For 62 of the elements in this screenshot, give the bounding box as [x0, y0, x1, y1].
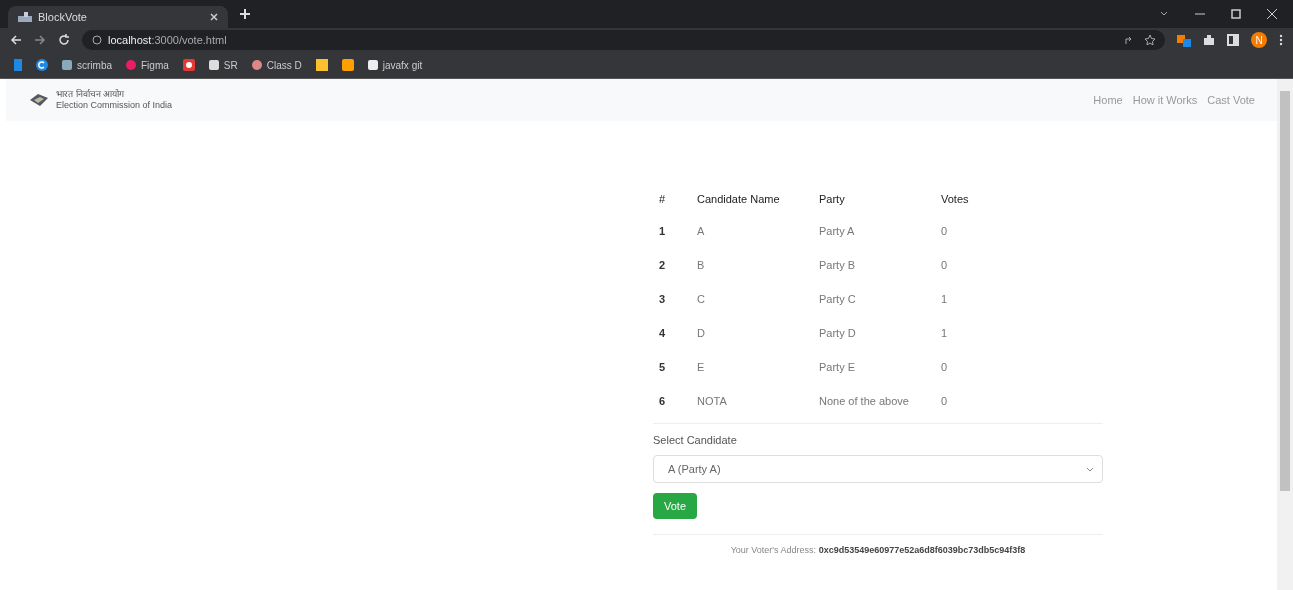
forward-icon[interactable] [34, 34, 46, 46]
table-cell-text: 0 [940, 258, 949, 273]
table-cell-text: E [696, 360, 706, 375]
table-cell-text: NOTA [696, 394, 728, 409]
table-cell-text: 1 [940, 292, 949, 307]
brand-subtitle: Election Commission of India [56, 100, 173, 111]
extension-icon[interactable] [1177, 33, 1191, 47]
reload-icon[interactable] [58, 34, 70, 46]
table-cell-text: 6 [658, 394, 667, 409]
table-cell-text: C [696, 292, 706, 307]
table-cell-text: Party C [818, 292, 857, 307]
table-cell-text: Party D [818, 326, 857, 341]
info-icon[interactable] [92, 35, 102, 45]
sidebar-icon[interactable] [1227, 34, 1239, 46]
table-cell-text: 0 [940, 224, 949, 239]
table-cell-text: 5 [658, 360, 667, 375]
table-cell-text: 2 [658, 258, 667, 273]
scrollbar-thumb[interactable] [1280, 91, 1290, 491]
bookmark-link[interactable]: Class D [266, 59, 302, 71]
bookmark-link[interactable]: scrimba [77, 59, 112, 71]
candidate-select[interactable]: A (Party A) [653, 455, 1103, 483]
table-cell-text: D [696, 326, 706, 341]
bookmark-link[interactable]: Figma [141, 59, 169, 71]
bookmark-icon[interactable] [367, 60, 378, 70]
column-header: # [658, 192, 667, 207]
table-cell-text: 1 [940, 326, 949, 341]
new-tab-icon[interactable] [240, 9, 250, 19]
table-cell-text: None of the above [818, 394, 910, 409]
table-cell-text: 0 [940, 394, 949, 409]
menu-icon[interactable] [1279, 34, 1283, 46]
logo-icon [28, 92, 50, 108]
table-cell-text: 3 [658, 292, 667, 307]
bookmark-icon[interactable] [315, 59, 328, 71]
back-icon[interactable] [10, 34, 22, 46]
table-cell-text: 4 [658, 326, 667, 341]
table-cell-text: Party A [818, 224, 856, 239]
column-header: Votes [940, 192, 970, 207]
table-cell-text: 1 [658, 224, 667, 239]
field-label: Select Candidate [653, 434, 738, 446]
bookmark-icon[interactable] [341, 59, 354, 71]
table-cell-text: 0 [940, 360, 949, 375]
bookmark-link[interactable]: SR [223, 59, 238, 71]
restore-icon[interactable] [1231, 9, 1241, 19]
bookmark-icon[interactable] [208, 60, 219, 70]
favicon-icon [18, 12, 32, 22]
browser-tab[interactable]: BlockVote [8, 6, 228, 28]
column-header: Candidate Name [696, 192, 781, 207]
chevron-icon [1086, 466, 1094, 472]
close-icon[interactable] [210, 13, 218, 21]
table-cell-text: A [696, 224, 706, 239]
brand-title: भारत निर्वाचन आयोग [56, 89, 125, 100]
table-cell-text: Party B [818, 258, 857, 273]
table-cell-text: Party E [818, 360, 857, 375]
bookmark-icon[interactable] [182, 59, 195, 71]
bookmark-link[interactable]: javafx git [382, 59, 423, 71]
voter-address: Your Voter's Address: 0xc9d53549e60977e52a6d8f6039bc73db5c94f3f8 [729, 545, 1027, 555]
close-icon[interactable] [1267, 9, 1277, 19]
column-header: Party [818, 192, 846, 207]
star-icon[interactable] [1145, 35, 1155, 45]
bookmark-icon[interactable] [36, 59, 48, 71]
table-cell-text: B [696, 258, 706, 273]
address-bar[interactable]: localhost:3000/vote.html [82, 30, 1165, 50]
